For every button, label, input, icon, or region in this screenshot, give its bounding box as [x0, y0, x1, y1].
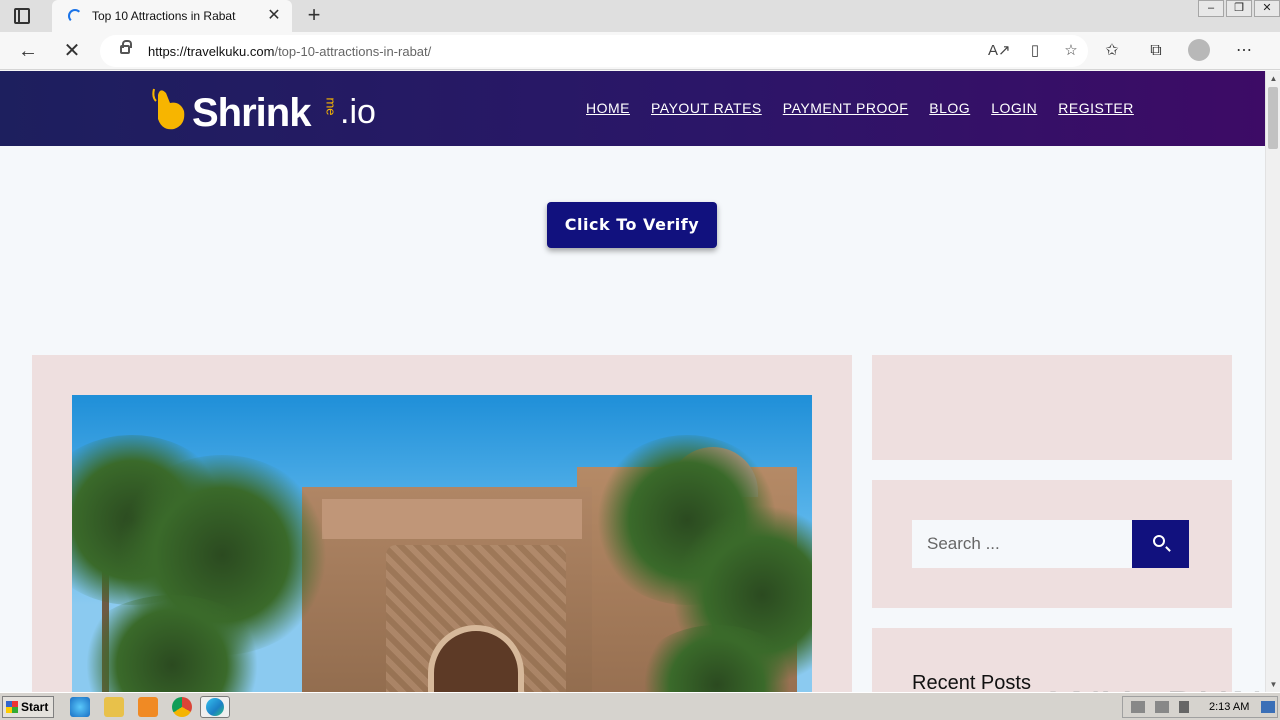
search-icon: [1153, 535, 1165, 547]
internet-explorer-icon[interactable]: [70, 697, 90, 717]
nav-payout-rates[interactable]: PAYOUT RATES: [651, 100, 762, 116]
logo-me: me: [323, 97, 339, 116]
collections-icon[interactable]: ⧉: [1144, 39, 1168, 63]
volume-icon[interactable]: [1131, 701, 1145, 713]
nav-login[interactable]: LOGIN: [991, 100, 1037, 116]
tab-title: Top 10 Attractions in Rabat: [92, 9, 236, 23]
scroll-thumb[interactable]: [1268, 87, 1278, 149]
nav-register[interactable]: REGISTER: [1058, 100, 1134, 116]
page-scrollbar[interactable]: ▲ ▼: [1265, 71, 1280, 692]
anyrun-watermark: ANY▷RUN: [1038, 683, 1264, 692]
action-center-flag-icon[interactable]: [1179, 701, 1189, 713]
recent-posts-title: Recent Posts: [912, 672, 1031, 692]
logo-shrink: Shrink: [192, 91, 311, 135]
start-label: Start: [21, 700, 49, 714]
window-controls: – ❐ ✕: [1196, 0, 1280, 18]
start-button[interactable]: Start: [2, 696, 54, 718]
loading-spinner-icon: [68, 9, 82, 23]
search-input[interactable]: Search ...: [912, 520, 1132, 568]
restore-button[interactable]: ❐: [1226, 0, 1252, 17]
add-favorite-icon[interactable]: ☆: [1060, 41, 1082, 61]
site-logo[interactable]: Shrink me .io: [150, 81, 382, 137]
new-tab-button[interactable]: +: [302, 3, 326, 27]
logo-io: .io: [340, 93, 376, 131]
chrome-icon[interactable]: [172, 697, 192, 717]
lock-icon[interactable]: [120, 40, 132, 54]
windows-logo-icon: [6, 701, 18, 713]
hand-pointer-icon: [152, 88, 185, 130]
profile-avatar[interactable]: [1188, 39, 1212, 63]
url-text[interactable]: https://travelkuku.com/top-10-attraction…: [148, 44, 431, 59]
close-window-button[interactable]: ✕: [1254, 0, 1280, 17]
scroll-down-icon[interactable]: ▼: [1266, 677, 1280, 692]
browser-tab-active[interactable]: Top 10 Attractions in Rabat ✕: [52, 0, 292, 32]
site-header: Shrink me .io HOME PAYOUT RATES PAYMENT …: [0, 71, 1265, 146]
back-arrow-icon[interactable]: ←: [16, 39, 40, 63]
nav-home[interactable]: HOME: [586, 100, 630, 116]
browser-toolbar: ← ✕ https://travelkuku.com/top-10-attrac…: [0, 32, 1280, 70]
show-desktop-icon[interactable]: [1261, 701, 1275, 713]
file-explorer-icon[interactable]: [104, 697, 124, 717]
minimize-button[interactable]: –: [1198, 0, 1224, 17]
main-nav: HOME PAYOUT RATES PAYMENT PROOF BLOG LOG…: [586, 100, 1134, 116]
stop-loading-icon[interactable]: ✕: [60, 39, 84, 63]
tab-actions-icon[interactable]: [14, 8, 30, 24]
read-aloud-icon[interactable]: A↗: [988, 41, 1011, 61]
favorites-icon[interactable]: ✩: [1100, 39, 1124, 63]
system-tray: 2:13 AM: [1122, 696, 1278, 718]
sidebar-search-widget: Search ...: [872, 480, 1232, 608]
windows-taskbar: Start 2:13 AM: [0, 692, 1280, 720]
edge-taskbar-button[interactable]: [200, 696, 230, 718]
browser-tab-strip: Top 10 Attractions in Rabat ✕ + – ❐ ✕: [0, 0, 1280, 32]
edge-icon: [206, 698, 224, 716]
scroll-up-icon[interactable]: ▲: [1266, 71, 1280, 86]
article-card: [32, 355, 852, 692]
address-bar[interactable]: https://travelkuku.com/top-10-attraction…: [100, 35, 1088, 67]
nav-blog[interactable]: BLOG: [929, 100, 970, 116]
media-player-icon[interactable]: [138, 697, 158, 717]
page-viewport: Shrink me .io HOME PAYOUT RATES PAYMENT …: [0, 71, 1265, 692]
network-icon[interactable]: [1155, 701, 1169, 713]
sidebar-widget-empty: [872, 355, 1232, 460]
immersive-reader-icon[interactable]: ▯: [1024, 41, 1046, 61]
tab-close-icon[interactable]: ✕: [264, 6, 284, 26]
rabat-gate-photo: [72, 395, 812, 692]
search-button[interactable]: [1132, 520, 1189, 568]
clock[interactable]: 2:13 AM: [1209, 701, 1249, 713]
more-menu-icon[interactable]: ⋯: [1232, 39, 1256, 63]
click-to-verify-button[interactable]: Click To Verify: [547, 202, 717, 248]
nav-payment-proof[interactable]: PAYMENT PROOF: [783, 100, 909, 116]
